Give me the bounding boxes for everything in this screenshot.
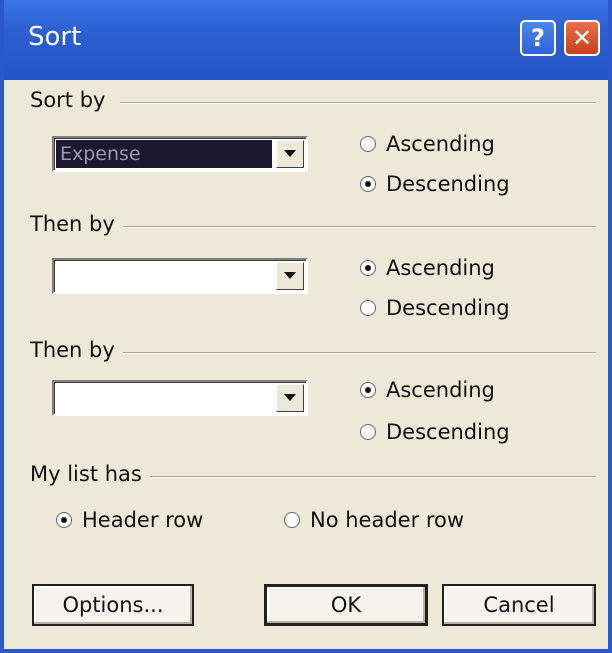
my-list-has-label: My list has bbox=[30, 462, 150, 486]
close-icon: ✕ bbox=[571, 24, 593, 52]
chevron-down-icon bbox=[284, 272, 296, 279]
then-by-1-combobox[interactable] bbox=[52, 258, 308, 294]
then-by-2-ascending-radio[interactable]: Ascending bbox=[360, 378, 495, 402]
then-by-1-descending-radio[interactable]: Descending bbox=[360, 296, 510, 320]
header-row-label: Header row bbox=[82, 508, 204, 532]
sort-by-divider bbox=[120, 102, 596, 104]
then-by-1-descending-label: Descending bbox=[386, 296, 510, 320]
then-by-2-dropdown-button[interactable] bbox=[276, 384, 304, 412]
then-by-1-value bbox=[56, 262, 272, 290]
sort-by-label: Sort by bbox=[30, 88, 114, 112]
sort-dialog: Sort ? ✕ Sort by Expense Ascending Desce… bbox=[0, 0, 612, 653]
then-by-2-descending-label: Descending bbox=[386, 420, 510, 444]
options-button-label: Options... bbox=[62, 593, 164, 617]
close-button[interactable]: ✕ bbox=[564, 20, 600, 56]
dialog-body: Sort by Expense Ascending Descending The… bbox=[8, 80, 604, 649]
radio-icon bbox=[360, 424, 376, 440]
my-list-has-divider bbox=[148, 476, 596, 478]
then-by-2-value bbox=[56, 384, 272, 412]
ok-button-label: OK bbox=[330, 593, 362, 617]
radio-icon bbox=[284, 512, 300, 528]
ok-button[interactable]: OK bbox=[264, 584, 428, 626]
no-header-row-label: No header row bbox=[310, 508, 465, 532]
radio-selected-icon bbox=[56, 512, 72, 528]
radio-selected-icon bbox=[360, 260, 376, 276]
header-row-radio[interactable]: Header row bbox=[56, 508, 203, 532]
sort-by-descending-label: Descending bbox=[386, 172, 510, 196]
then-by-1-dropdown-button[interactable] bbox=[276, 262, 304, 290]
sort-by-value: Expense bbox=[56, 140, 272, 168]
title-bar[interactable]: Sort ? ✕ bbox=[4, 0, 608, 80]
sort-by-dropdown-button[interactable] bbox=[276, 140, 304, 168]
then-by-2-ascending-label: Ascending bbox=[386, 378, 495, 402]
then-by-1-ascending-label: Ascending bbox=[386, 256, 495, 280]
then-by-1-label: Then by bbox=[30, 212, 123, 236]
then-by-1-divider bbox=[120, 226, 596, 228]
chevron-down-icon bbox=[284, 150, 296, 157]
cancel-button[interactable]: Cancel bbox=[442, 584, 596, 626]
sort-by-ascending-label: Ascending bbox=[386, 132, 495, 156]
sort-by-ascending-radio[interactable]: Ascending bbox=[360, 132, 495, 156]
sort-by-combobox[interactable]: Expense bbox=[52, 136, 308, 172]
then-by-2-descending-radio[interactable]: Descending bbox=[360, 420, 510, 444]
then-by-2-divider bbox=[120, 352, 596, 354]
dialog-title: Sort bbox=[28, 22, 82, 52]
radio-icon bbox=[360, 136, 376, 152]
help-button[interactable]: ? bbox=[520, 20, 556, 56]
options-button[interactable]: Options... bbox=[32, 584, 194, 626]
cancel-button-label: Cancel bbox=[483, 593, 555, 617]
no-header-row-radio[interactable]: No header row bbox=[284, 508, 464, 532]
chevron-down-icon bbox=[284, 394, 296, 401]
radio-icon bbox=[360, 300, 376, 316]
then-by-1-ascending-radio[interactable]: Ascending bbox=[360, 256, 495, 280]
radio-selected-icon bbox=[360, 176, 376, 192]
then-by-2-combobox[interactable] bbox=[52, 380, 308, 416]
sort-by-descending-radio[interactable]: Descending bbox=[360, 172, 510, 196]
radio-selected-icon bbox=[360, 382, 376, 398]
help-icon: ? bbox=[531, 24, 545, 52]
then-by-2-label: Then by bbox=[30, 338, 123, 362]
